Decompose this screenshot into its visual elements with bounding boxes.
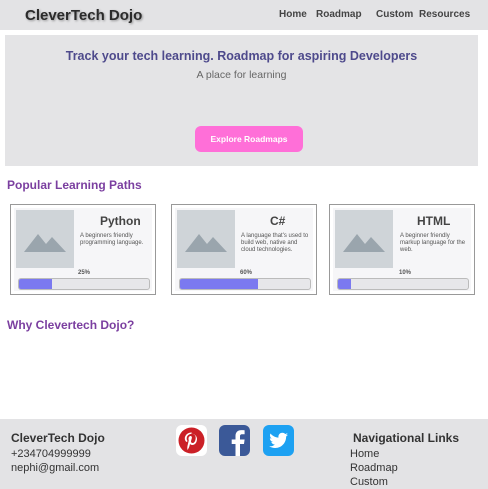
image-placeholder-icon (335, 210, 393, 268)
progress-label: 60% (240, 270, 253, 276)
progress-label: 10% (399, 270, 412, 276)
progress-bar (18, 278, 150, 290)
progress-fill (180, 279, 258, 289)
hero-subtitle: A place for learning (196, 69, 287, 81)
footer: CleverTech Dojo +234704999999 nephi@gmai… (0, 419, 488, 489)
image-placeholder-icon (177, 210, 235, 268)
facebook-icon[interactable] (219, 425, 250, 456)
image-placeholder-icon (16, 210, 74, 268)
explore-roadmaps-button[interactable]: Explore Roadmaps (195, 126, 303, 152)
nav-home-link[interactable]: Home (279, 9, 307, 20)
hero-title: Track your tech learning. Roadmap for as… (65, 49, 418, 63)
footer-brand: CleverTech Dojo (11, 431, 105, 445)
nav-custom-link[interactable]: Custom (376, 9, 413, 20)
nav-resources-link[interactable]: Resources (419, 9, 470, 20)
footer-link-custom[interactable]: Custom (350, 476, 388, 488)
footer-link-roadmap[interactable]: Roadmap (350, 462, 398, 474)
card-body: C# A language that's used to build web, … (175, 208, 313, 291)
path-card-csharp[interactable]: C# A language that's used to build web, … (171, 204, 317, 295)
popular-paths-heading: Popular Learning Paths (7, 178, 142, 192)
card-description: A language that's used to build web, nat… (241, 233, 309, 253)
site-brand[interactable]: CleverTech Dojo (25, 7, 142, 24)
footer-links-heading: Navigational Links (353, 431, 460, 445)
progress-bar (337, 278, 469, 290)
hero-section: Track your tech learning. Roadmap for as… (5, 35, 478, 166)
progress-bar (179, 278, 311, 290)
card-body: Python A beginners friendly programming … (14, 208, 152, 291)
twitter-icon[interactable] (263, 425, 294, 456)
footer-email[interactable]: nephi@gmail.com (11, 462, 99, 474)
card-title: HTML (417, 214, 451, 228)
card-description: A beginners friendly programming languag… (80, 233, 144, 246)
path-card-html[interactable]: HTML A beginner friendly markup language… (329, 204, 475, 295)
progress-fill (338, 279, 351, 289)
card-title: C# (270, 214, 286, 228)
why-heading: Why Clevertech Dojo? (7, 318, 135, 332)
pinterest-icon[interactable] (176, 425, 207, 456)
footer-link-home[interactable]: Home (350, 448, 379, 460)
footer-phone: +234704999999 (11, 448, 91, 460)
top-navbar: CleverTech Dojo Home Roadmap Custom Reso… (0, 0, 488, 30)
progress-label: 25% (78, 270, 91, 276)
card-body: HTML A beginner friendly markup language… (333, 208, 471, 291)
card-title: Python (100, 214, 141, 228)
progress-fill (19, 279, 52, 289)
path-card-python[interactable]: Python A beginners friendly programming … (10, 204, 156, 295)
nav-roadmap-link[interactable]: Roadmap (316, 9, 362, 20)
card-description: A beginner friendly markup language for … (400, 233, 466, 253)
